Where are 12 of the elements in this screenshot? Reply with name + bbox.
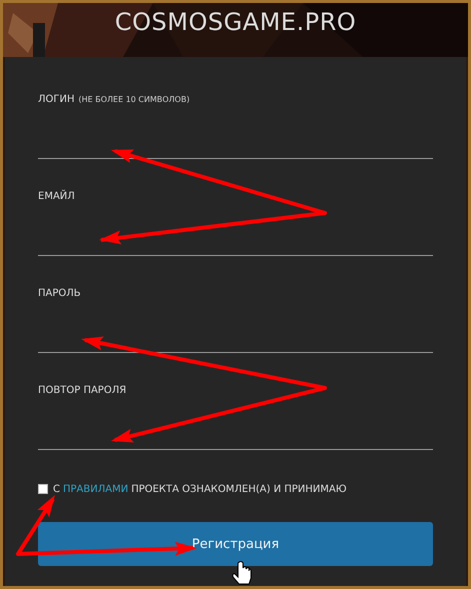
checkbox[interactable]	[38, 484, 48, 494]
field-label: ЕМАЙЛ	[38, 189, 75, 204]
register-button[interactable]: Регистрация	[38, 522, 433, 566]
field-label: ЛОГИН	[38, 93, 74, 107]
site-title: COSMOSGAME.PRO	[114, 7, 356, 37]
hand-cursor-icon	[232, 561, 252, 584]
field-hint: (НЕ БОЛЕЕ 10 СИМВОЛОВ)	[78, 94, 190, 106]
field-label: ПАРОЛЬ	[38, 287, 81, 301]
agreement-text: ПРОЕКТА ОЗНАКОМЛЕН(А) И ПРИНИМАЮ	[131, 484, 347, 494]
agreement-text: С	[53, 484, 60, 494]
rules-link[interactable]: ПРАВИЛАМИ	[62, 484, 128, 494]
field-label: ПОВТОР ПАРОЛЯ	[38, 384, 126, 398]
